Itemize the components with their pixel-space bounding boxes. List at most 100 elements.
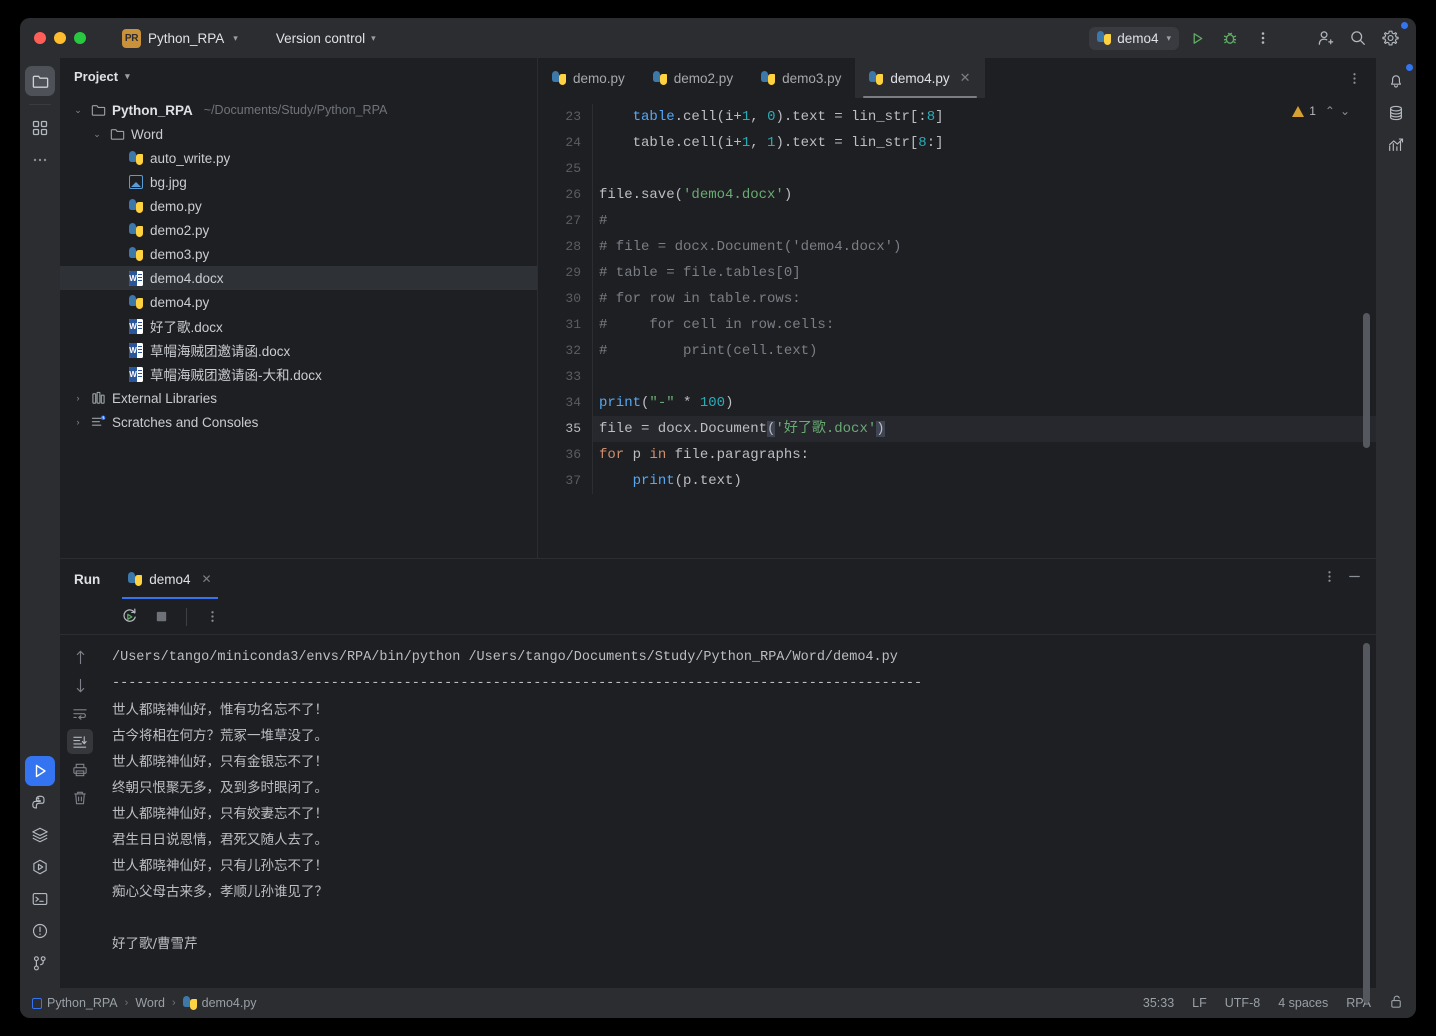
console-scrollbar[interactable] (1363, 643, 1370, 1003)
tree-node[interactable]: ⌄ Word (60, 122, 537, 146)
encoding[interactable]: UTF-8 (1225, 996, 1260, 1010)
scroll-to-end-icon[interactable] (67, 729, 93, 754)
editor-tab-demo2-py[interactable]: demo2.py (639, 58, 747, 98)
code-line[interactable]: file.save('demo4.docx') (592, 182, 1376, 208)
project-panel-header[interactable]: Project ▾ (60, 58, 537, 94)
node-icon (128, 222, 144, 238)
maximize-window-button[interactable] (74, 32, 86, 44)
account-add-icon[interactable] (1310, 24, 1340, 52)
minimize-icon[interactable] (1347, 569, 1362, 589)
sidebar-item-python-packages[interactable] (25, 788, 55, 818)
tree-node[interactable]: demo4.py (60, 290, 537, 314)
chevron-down-icon[interactable]: ⌄ (72, 105, 84, 116)
tree-node[interactable]: demo.py (60, 194, 537, 218)
soft-wrap-icon[interactable] (67, 701, 93, 726)
tree-node[interactable]: 好了歌.docx (60, 314, 537, 338)
indent-setting[interactable]: 4 spaces (1278, 996, 1328, 1010)
inspection-widget[interactable]: 1 ⌃ ⌄ (1292, 104, 1350, 118)
sidebar-item-terminal[interactable] (25, 884, 55, 914)
code-line[interactable]: table.cell(i+1, 0).text = lin_str[:8] (592, 104, 1376, 130)
rerun-icon[interactable] (116, 605, 142, 629)
arrow-down-icon[interactable] (67, 673, 93, 698)
editor-tab-demo3-py[interactable]: demo3.py (747, 58, 855, 98)
code-text-area[interactable]: table.cell(i+1, 0).text = lin_str[:8] ta… (592, 98, 1376, 558)
print-icon[interactable] (67, 757, 93, 782)
sidebar-item-run-anything[interactable] (25, 852, 55, 882)
breadcrumb-item[interactable]: Python_RPA (32, 996, 118, 1010)
more-options-icon[interactable] (1248, 24, 1278, 52)
sidebar-item-notifications[interactable] (1381, 64, 1413, 96)
run-tab-demo4[interactable]: demo4 ✕ (122, 559, 218, 599)
project-tool-window: Project ▾ ⌄ Python_RPA ~/Documents/Study/P… (60, 58, 538, 558)
code-line[interactable]: print(p.text) (592, 468, 1376, 494)
debug-button[interactable] (1215, 24, 1245, 52)
tree-node[interactable]: ⌄ Python_RPA ~/Documents/Study/Python_RPA (60, 98, 537, 122)
tree-node[interactable]: › External Libraries (60, 386, 537, 410)
close-icon[interactable]: ✕ (960, 70, 971, 86)
code-line[interactable]: # table = file.tables[0] (592, 260, 1376, 286)
tree-node[interactable]: 草帽海贼团邀请函.docx (60, 338, 537, 362)
tree-node[interactable]: 草帽海贼团邀请函-大和.docx (60, 362, 537, 386)
sidebar-item-database[interactable] (1381, 98, 1411, 128)
code-line[interactable]: for p in file.paragraphs: (592, 442, 1376, 468)
tree-node[interactable]: demo2.py (60, 218, 537, 242)
sidebar-item-problems[interactable] (25, 916, 55, 946)
next-problem-icon[interactable]: ⌄ (1340, 104, 1350, 118)
code-line[interactable]: # for cell in row.cells: (592, 312, 1376, 338)
close-icon[interactable]: ✕ (202, 572, 212, 586)
tree-node-label: demo4.py (150, 294, 210, 310)
code-line[interactable]: table.cell(i+1, 1).text = lin_str[8:] (592, 130, 1376, 156)
node-icon (128, 366, 144, 382)
code-line[interactable]: # (592, 208, 1376, 234)
tree-node[interactable]: bg.jpg (60, 170, 537, 194)
tree-node[interactable]: › Scratches and Consoles (60, 410, 537, 434)
tree-node[interactable]: demo4.docx (60, 266, 537, 290)
breadcrumb-item[interactable]: Word (135, 996, 165, 1010)
ellipsis-vertical-icon[interactable] (1322, 569, 1337, 589)
editor-tab-demo4-py[interactable]: demo4.py ✕ (855, 58, 985, 98)
editor-tabs-more-icon[interactable] (1333, 58, 1376, 98)
code-line[interactable]: # print(cell.text) (592, 338, 1376, 364)
search-icon[interactable] (1343, 24, 1373, 52)
ellipsis-vertical-icon[interactable] (199, 605, 225, 629)
right-tool-strip (1376, 58, 1416, 988)
editor-tab-demo-py[interactable]: demo.py (538, 58, 639, 98)
prev-problem-icon[interactable]: ⌃ (1325, 104, 1335, 118)
caret-position[interactable]: 35:33 (1143, 996, 1174, 1010)
sidebar-item-run[interactable] (25, 756, 55, 786)
tree-node[interactable]: demo3.py (60, 242, 537, 266)
tree-node[interactable]: auto_write.py (60, 146, 537, 170)
project-selector[interactable]: PR Python_RPA ▾ (116, 26, 244, 51)
stop-icon[interactable] (148, 605, 174, 629)
code-line[interactable] (592, 364, 1376, 390)
chevron-down-icon[interactable]: ⌄ (91, 129, 103, 140)
version-control-menu[interactable]: Version control ▾ (270, 28, 382, 49)
sidebar-item-profiler[interactable] (1381, 130, 1411, 160)
trash-icon[interactable] (67, 785, 93, 810)
code-line[interactable] (592, 156, 1376, 182)
line-separator[interactable]: LF (1192, 996, 1207, 1010)
minimize-window-button[interactable] (54, 32, 66, 44)
code-line[interactable]: # for row in table.rows: (592, 286, 1376, 312)
chevron-right-icon[interactable]: › (72, 393, 84, 403)
sidebar-item-more[interactable] (25, 145, 55, 175)
chevron-right-icon[interactable]: › (72, 417, 84, 427)
sidebar-item-structure[interactable] (25, 113, 55, 143)
editor-scrollbar[interactable] (1363, 313, 1370, 448)
settings-icon[interactable] (1376, 22, 1408, 52)
code-line[interactable]: print("-" * 100) (592, 390, 1376, 416)
code-line[interactable]: file = docx.Document('好了歌.docx') (592, 416, 1376, 442)
arrow-up-icon[interactable] (67, 645, 93, 670)
sidebar-item-version-control[interactable] (25, 948, 55, 978)
run-button[interactable] (1182, 24, 1212, 52)
console-output[interactable]: /Users/tango/miniconda3/envs/RPA/bin/pyt… (100, 635, 1376, 988)
code-line[interactable]: # file = docx.Document('demo4.docx') (592, 234, 1376, 260)
sidebar-item-services[interactable] (25, 820, 55, 850)
close-window-button[interactable] (34, 32, 46, 44)
breadcrumb-item[interactable]: demo4.py (182, 996, 257, 1010)
breadcrumb-label: Python_RPA (47, 996, 118, 1010)
run-configuration-selector[interactable]: demo4 ▾ (1089, 26, 1179, 50)
upper-area: Project ▾ ⌄ Python_RPA ~/Documents/Study/P… (60, 58, 1376, 558)
unlocked-icon[interactable] (1389, 994, 1404, 1012)
sidebar-item-project[interactable] (25, 66, 55, 96)
